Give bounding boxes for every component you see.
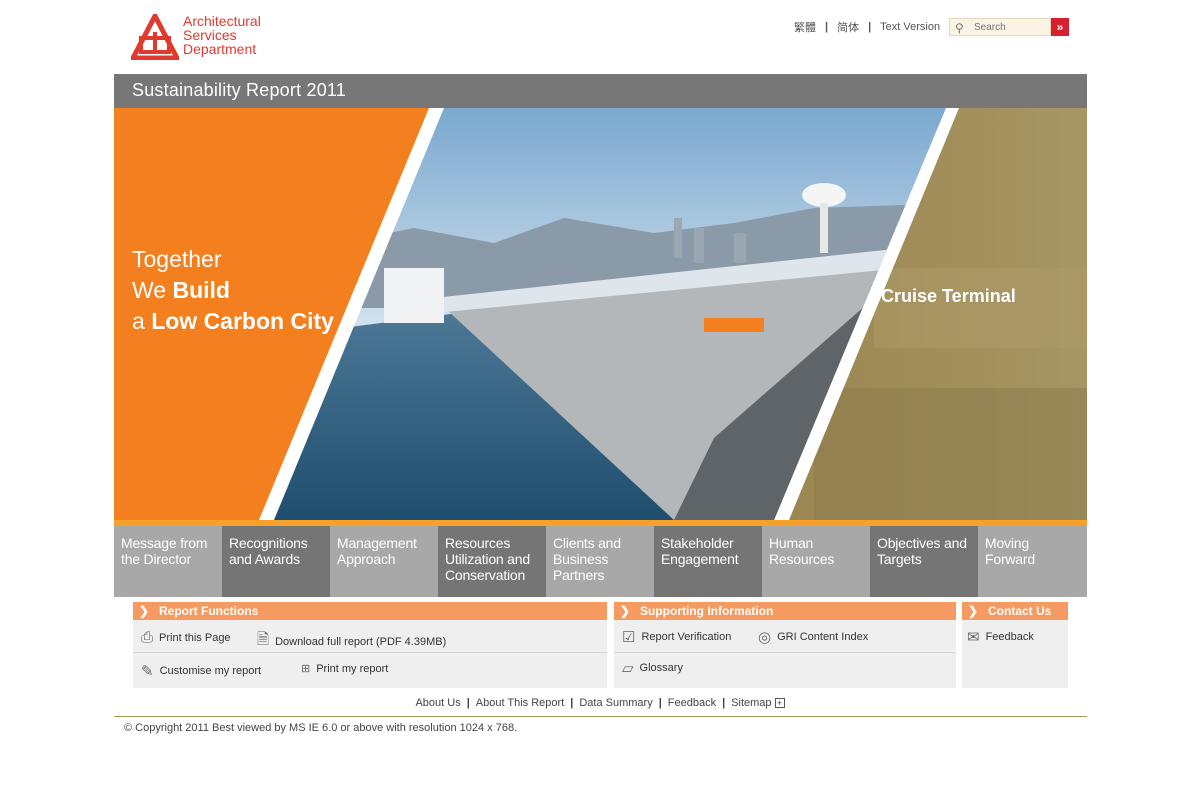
nav-recognitions-awards[interactable]: Recognitions and Awards [222,526,330,597]
nav-stakeholder-engagement[interactable]: Stakeholder Engagement [654,526,762,597]
panel-row: ✎ Customise my report ⊞ Print my report [133,653,607,686]
magnifier-icon: ⚲ [955,21,964,35]
contact-header: ❯ Contact Us [962,602,1068,620]
edit-document-icon: ✎ [141,663,154,680]
chevron-right-icon: ❯ [139,604,150,618]
cruise-terminal-label[interactable]: Cruise Terminal [881,286,1016,307]
contact-panel: ❯ Contact Us ✉ Feedback [962,602,1068,688]
supporting-info-panel: ❯ Supporting Information ☑ Report Verifi… [614,602,956,688]
separator: | [825,21,829,33]
asd-logo[interactable]: Architectural Services Department [131,14,261,60]
gri-content-index-link[interactable]: ◎ GRI Content Index [758,628,868,646]
footer-feedback[interactable]: Feedback [668,697,716,709]
panel-row: ▱ Glossary [614,653,956,686]
nav-management-approach[interactable]: Management Approach [330,526,438,597]
nav-human-resources[interactable]: Human Resources [762,526,870,597]
footer-data-summary[interactable]: Data Summary [579,697,652,709]
double-chevron-right-icon[interactable]: » [1051,18,1069,36]
search-box: ⚲ [949,18,1051,36]
gri-logo-icon: ◎ [758,629,772,646]
report-title-bar: Sustainability Report 2011 [114,74,1087,108]
chevron-right-icon: ❯ [968,604,979,618]
nav-clients-business-partners[interactable]: Clients and Business Partners [546,526,654,597]
report-functions-panel: ❯ Report Functions ⎙ Print this Page 🗎 D… [133,602,607,688]
asd-logo-icon [131,14,179,60]
plus-icon: ⊞ [301,663,311,675]
download-report-link[interactable]: 🗎 Download full report (PDF 4.39MB) [257,629,446,654]
main-nav: Message from the Director Recognitions a… [114,526,1087,597]
report-functions-header: ❯ Report Functions [133,602,607,620]
chevron-right-icon: ❯ [620,604,631,618]
customise-report-link[interactable]: ✎ Customise my report [141,662,261,680]
nav-moving-forward[interactable]: Moving Forward [978,526,1087,597]
copyright-text: © Copyright 2011 Best viewed by MS IE 6.… [124,722,518,734]
logo-text: Architectural Services Department [183,13,261,57]
traditional-chinese-link[interactable]: 繁體 [794,19,816,35]
language-links: 繁體 | 简体 | Text Version [794,19,940,35]
print-page-link[interactable]: ⎙ Print this Page [141,629,231,646]
print-my-report-link[interactable]: ⊞ Print my report [301,662,388,676]
panel-row: ✉ Feedback [962,620,1068,653]
checkbox-icon: ☑ [622,629,636,646]
separator: | [868,21,872,33]
separator: | [466,697,470,709]
footer-about-this-report[interactable]: About This Report [476,697,564,709]
footer-divider [114,716,1087,717]
separator: | [722,697,726,709]
search-input[interactable] [974,20,1048,34]
footer-about-us[interactable]: About Us [415,697,460,709]
report-title: Sustainability Report 2011 [132,80,346,100]
search-bar: ⚲ » [949,18,1069,36]
separator: | [658,697,662,709]
envelope-icon: ✉ [967,629,980,646]
footer-sitemap[interactable]: Sitemap [731,697,771,709]
nav-objectives-targets[interactable]: Objectives and Targets [870,526,978,597]
report-verification-link[interactable]: ☑ Report Verification [622,628,731,646]
expand-plus-icon[interactable]: + [774,698,785,708]
feedback-link[interactable]: ✉ Feedback [967,628,1034,646]
document-icon: 🗎 [257,631,270,648]
nav-resources-utilization[interactable]: Resources Utilization and Conservation [438,526,546,597]
book-icon: ▱ [622,660,634,677]
hero-banner: Together We Build a Low Carbon City Crui… [114,108,1087,520]
printer-icon: ⎙ [141,629,154,646]
hero-tagline: Together We Build a Low Carbon City [132,246,334,334]
simplified-chinese-link[interactable]: 简体 [837,19,859,35]
glossary-link[interactable]: ▱ Glossary [622,659,683,677]
separator: | [570,697,574,709]
text-version-link[interactable]: Text Version [880,21,940,33]
supporting-info-header: ❯ Supporting Information [614,602,956,620]
panel-row: ⎙ Print this Page 🗎 Download full report… [133,620,607,653]
footer-links: About Us | About This Report | Data Summary |… [0,697,1200,709]
panel-row: ☑ Report Verification ◎ GRI Content Inde… [614,620,956,653]
nav-message-from-director[interactable]: Message from the Director [114,526,222,597]
